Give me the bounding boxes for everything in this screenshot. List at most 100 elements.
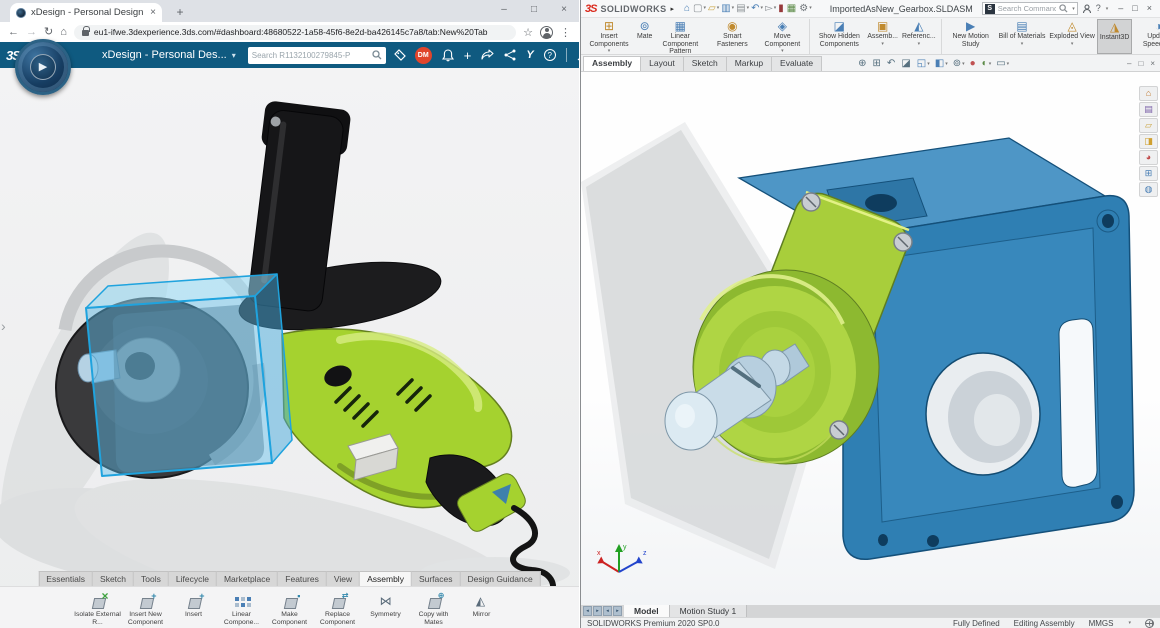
back-icon[interactable]: ← xyxy=(8,27,19,38)
tab-essentials[interactable]: Essentials xyxy=(38,571,93,586)
home-button[interactable]: ⌂ xyxy=(684,4,691,14)
linear-component-pattern-button[interactable]: ▦ Linear Component Pattern ▾ xyxy=(654,19,706,54)
replace-component-button[interactable]: Replace Component xyxy=(314,593,362,627)
compass-play-icon[interactable]: ▶ xyxy=(30,54,56,80)
doc-restore-button[interactable]: □ xyxy=(1138,60,1143,68)
search-icon[interactable] xyxy=(1059,4,1068,13)
splitter-button[interactable]: ◂ xyxy=(603,606,612,616)
restore-button[interactable]: □ xyxy=(1132,4,1137,13)
tab-evaluate[interactable]: Evaluate xyxy=(772,56,822,71)
panel-expand-chevron[interactable]: › xyxy=(1,318,6,334)
display-style-button[interactable]: ◧▾ xyxy=(935,59,948,69)
mirror-button[interactable]: Mirror xyxy=(458,593,506,619)
file-properties-button[interactable]: ▦ xyxy=(787,4,797,14)
reference-geometry-button[interactable]: ◭ Referenc... ▾ xyxy=(900,19,942,54)
tab-view[interactable]: View xyxy=(327,571,360,586)
symmetry-button[interactable]: Symmetry xyxy=(362,593,410,619)
insert-new-component-button[interactable]: Insert New Component xyxy=(122,593,170,627)
doc-minimize-button[interactable]: – xyxy=(1127,60,1131,68)
tab-sketch[interactable]: Sketch xyxy=(93,571,134,586)
share-icon[interactable] xyxy=(481,49,494,61)
browser-tab[interactable]: xDesign - Personal Design × xyxy=(10,3,162,22)
globe-icon[interactable] xyxy=(1145,619,1154,628)
minimize-button[interactable]: – xyxy=(489,0,519,22)
help-icon[interactable]: ? xyxy=(544,49,556,61)
view-palette-icon[interactable]: ◨ xyxy=(1139,134,1158,149)
add-content-icon[interactable]: + xyxy=(464,49,472,62)
xdesign-viewport[interactable]: › Essentials Sketch Tools Lifecycle Mark… xyxy=(0,68,579,628)
mate-button[interactable]: ⊚ Mate xyxy=(635,19,654,54)
search-commands-input[interactable] xyxy=(998,4,1056,13)
bill-of-materials-button[interactable]: ▤ Bill of Materials ▾ xyxy=(997,19,1048,54)
solidworks-resources-icon[interactable]: ⌂ xyxy=(1139,86,1158,101)
appearances-icon[interactable]: ◕ xyxy=(1139,150,1158,165)
tab-markup[interactable]: Markup xyxy=(727,56,772,71)
custom-properties-icon[interactable]: ⊞ xyxy=(1139,166,1158,181)
zoom-to-area-button[interactable]: ⊞ xyxy=(873,59,882,69)
rebuild-button[interactable]: ▮ xyxy=(778,4,785,14)
tab-model[interactable]: Model xyxy=(624,605,670,617)
close-button[interactable]: × xyxy=(1147,4,1152,13)
view-settings-button[interactable]: ▭▾ xyxy=(996,59,1009,69)
login-icon[interactable] xyxy=(1082,4,1092,14)
solidworks-viewport[interactable]: x y z ⌂ ▤ ▱ ◨ ◕ ⊞ ◍ xyxy=(581,72,1160,605)
edit-appearance-button[interactable]: ● xyxy=(970,59,977,69)
tab-surfaces[interactable]: Surfaces xyxy=(412,571,461,586)
help-icon[interactable]: ? xyxy=(1096,4,1101,13)
smart-fasteners-button[interactable]: ◉ Smart Fasteners xyxy=(706,19,758,54)
insert-components-button[interactable]: ⊞ Insert Components ▾ xyxy=(583,19,635,54)
splitter-button[interactable]: ◂ xyxy=(583,606,592,616)
insert-button[interactable]: Insert xyxy=(170,593,218,619)
refresh-icon[interactable]: ↻ xyxy=(44,27,53,38)
tab-features[interactable]: Features xyxy=(278,571,327,586)
status-units[interactable]: MMGS xyxy=(1089,619,1114,628)
tab-motion-study-1[interactable]: Motion Study 1 xyxy=(670,605,748,617)
apply-scene-button[interactable]: ◐▾ xyxy=(982,59,992,69)
new-tab-button[interactable]: + xyxy=(172,4,188,20)
gearbox-model[interactable]: x y z xyxy=(581,72,1160,605)
search-input[interactable] xyxy=(252,51,372,60)
open-button[interactable]: ▱▾ xyxy=(708,4,719,14)
section-view-button[interactable]: ◪ xyxy=(901,59,911,69)
move-component-button[interactable]: ◈ Move Component ▾ xyxy=(758,19,810,54)
user-avatar[interactable]: DM xyxy=(415,47,432,64)
tab-close-icon[interactable]: × xyxy=(150,7,156,18)
update-speedpak-button[interactable]: ◑ Update Speedpak xyxy=(1132,19,1160,54)
design-library-icon[interactable]: ▤ xyxy=(1139,102,1158,117)
tab-layout[interactable]: Layout xyxy=(641,56,684,71)
print-button[interactable]: ▤▾ xyxy=(736,4,749,14)
save-button[interactable]: ▥▾ xyxy=(721,4,734,14)
maximize-button[interactable]: □ xyxy=(519,0,549,22)
search-scope-icon[interactable]: S xyxy=(985,4,995,14)
share-network-icon[interactable] xyxy=(504,49,516,61)
app-switcher[interactable]: xDesign - Personal Des... ▾ xyxy=(102,49,236,61)
close-button[interactable]: × xyxy=(549,0,579,22)
file-explorer-icon[interactable]: ▱ xyxy=(1139,118,1158,133)
linear-component-button[interactable]: Linear Compone... xyxy=(218,593,266,627)
search-icon[interactable] xyxy=(372,50,382,60)
search-commands[interactable]: S ▾ xyxy=(982,2,1078,15)
new-motion-study-button[interactable]: ▶ New Motion Study xyxy=(945,19,997,54)
instant3d-button[interactable]: ◮ Instant3D xyxy=(1097,19,1133,54)
menu-flyout-icon[interactable]: ▸ xyxy=(670,5,674,13)
tab-tools[interactable]: Tools xyxy=(134,571,169,586)
forward-icon[interactable]: → xyxy=(26,27,37,38)
new-document-button[interactable]: ▢▾ xyxy=(693,4,706,14)
forum-icon[interactable]: ◍ xyxy=(1139,182,1158,197)
splitter-button[interactable]: ▸ xyxy=(613,606,622,616)
copy-with-mates-button[interactable]: Copy with Mates xyxy=(410,593,458,627)
tab-marketplace[interactable]: Marketplace xyxy=(217,571,278,586)
address-bar[interactable]: eu1-ifwe.3dexperience.3ds.com/#dashboard… xyxy=(74,25,516,40)
notifications-bell-icon[interactable] xyxy=(442,49,454,62)
3d-compass[interactable]: ▶ xyxy=(15,39,71,95)
tab-assembly[interactable]: Assembly xyxy=(360,571,412,586)
browser-menu-icon[interactable]: ⋮ xyxy=(560,26,571,39)
show-hidden-components-button[interactable]: ◪ Show Hidden Components xyxy=(813,19,865,54)
tab-design-guidance[interactable]: Design Guidance xyxy=(460,571,540,586)
exploded-view-button[interactable]: ◬ Exploded View ▾ xyxy=(1047,19,1096,54)
home-icon[interactable]: ⌂ xyxy=(60,27,67,38)
tab-assembly[interactable]: Assembly xyxy=(583,56,641,71)
make-component-button[interactable]: Make Component xyxy=(266,593,314,627)
tab-sketch[interactable]: Sketch xyxy=(684,56,727,71)
select-button[interactable]: ▻▾ xyxy=(765,4,776,14)
